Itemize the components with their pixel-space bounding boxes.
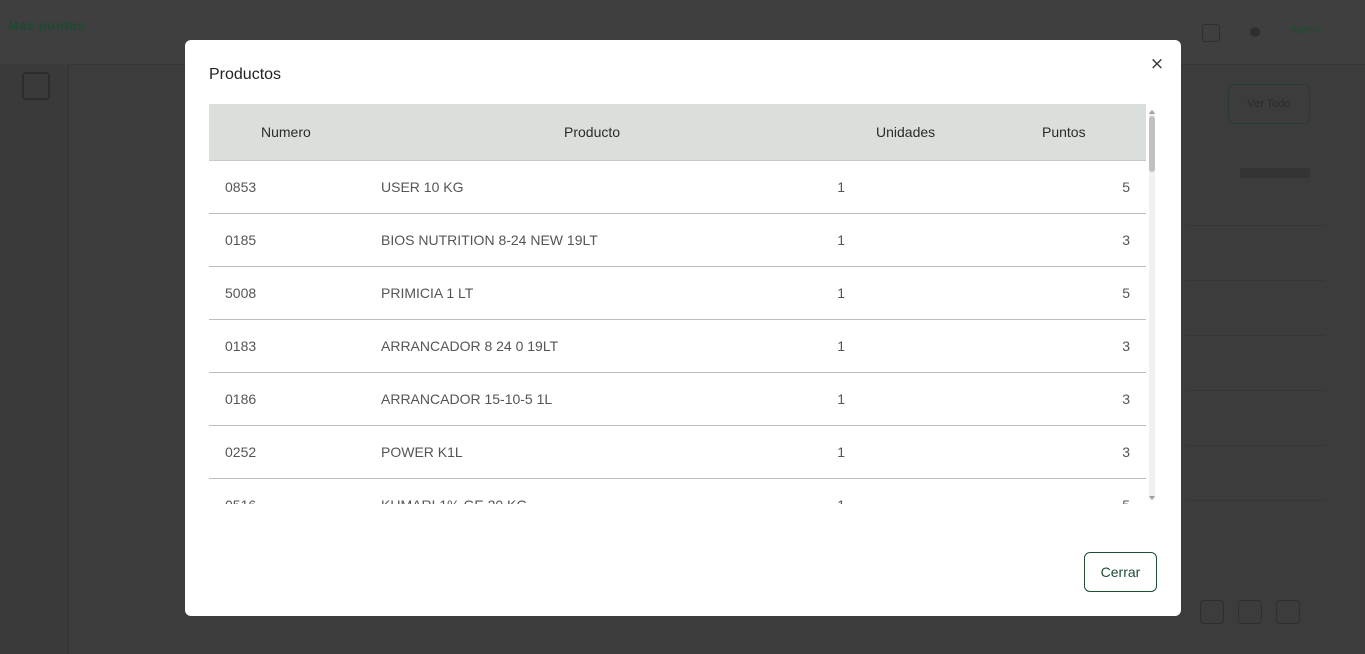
cell-producto: KUMARI 1% GE 20 KG: [381, 479, 527, 504]
background-divider: [1185, 390, 1325, 391]
column-header-unidades: Unidades: [876, 124, 936, 140]
scroll-thumb[interactable]: [1149, 116, 1155, 172]
cell-numero: 0853: [225, 179, 257, 195]
close-icon[interactable]: ×: [1145, 52, 1169, 76]
cell-numero: 0183: [225, 338, 257, 354]
background-pagination: [1200, 600, 1224, 624]
table-row: 0185 BIOS NUTRITION 8-24 NEW 19LT 1 3: [209, 214, 1146, 267]
close-button[interactable]: Cerrar: [1084, 552, 1157, 592]
cell-numero: 0252: [225, 444, 257, 460]
notifications-icon: [1202, 24, 1220, 42]
background-label: [1240, 168, 1310, 178]
cell-unidades: 1: [837, 179, 845, 195]
modal-title: Productos: [209, 66, 282, 83]
table-row: 0853 USER 10 KG 1 5: [209, 161, 1146, 214]
background-divider: [1185, 335, 1325, 336]
scroll-up-arrow-icon[interactable]: [1149, 110, 1155, 114]
cell-unidades: 1: [809, 479, 845, 504]
cell-puntos: 3: [1122, 232, 1130, 248]
cell-producto: PRIMICIA 1 LT: [381, 285, 474, 301]
user-name: Admin: [1290, 24, 1322, 36]
cell-unidades: 1: [837, 338, 845, 354]
table-header: Numero Producto Unidades Puntos: [209, 104, 1146, 161]
cell-puntos: 5: [1122, 179, 1130, 195]
cell-numero: 0516: [225, 479, 256, 504]
table-row: 0183 ARRANCADOR 8 24 0 19LT 1 3: [209, 320, 1146, 373]
cell-numero: 0185: [225, 232, 257, 248]
products-table: Numero Producto Unidades Puntos 0853 USE…: [209, 104, 1157, 504]
cell-puntos: 3: [1122, 391, 1130, 407]
column-header-producto: Producto: [564, 124, 621, 140]
column-header-puntos: Puntos: [1042, 124, 1086, 140]
table-row: 0252 POWER K1L 1 3: [209, 426, 1146, 479]
table-scrollbar[interactable]: [1149, 110, 1155, 500]
background-view-all-button: Ver Todo: [1228, 84, 1310, 124]
cell-producto: BIOS NUTRITION 8-24 NEW 19LT: [381, 232, 598, 248]
table-row: 0516 KUMARI 1% GE 20 KG 1 5: [209, 479, 1146, 504]
app-logo: Mas puntos: [8, 18, 86, 33]
cell-producto: POWER K1L: [381, 444, 463, 460]
settings-icon: [1250, 27, 1260, 37]
cell-unidades: 1: [837, 285, 845, 301]
cell-numero: 5008: [225, 285, 257, 301]
background-divider: [1185, 500, 1325, 501]
background-pagination: [1276, 600, 1300, 624]
cell-puntos: 5: [1122, 285, 1130, 301]
background-divider: [1185, 445, 1325, 446]
table-body: 0853 USER 10 KG 1 5 0185 BIOS NUTRITION …: [209, 161, 1146, 504]
cell-puntos: 3: [1122, 444, 1130, 460]
cell-producto: ARRANCADOR 15-10-5 1L: [381, 391, 553, 407]
cell-producto: ARRANCADOR 8 24 0 19LT: [381, 338, 559, 354]
products-modal: Productos × Numero Producto Unidades Pun…: [185, 40, 1181, 616]
scroll-down-arrow-icon[interactable]: [1149, 496, 1155, 500]
cell-puntos: 5: [1089, 479, 1130, 504]
cell-numero: 0186: [225, 391, 257, 407]
background-divider: [1185, 280, 1325, 281]
cell-unidades: 1: [837, 232, 845, 248]
cell-producto: USER 10 KG: [381, 179, 464, 195]
background-divider: [1185, 225, 1325, 226]
background-sidebar: [0, 64, 69, 654]
cell-unidades: 1: [837, 444, 845, 460]
column-header-numero: Numero: [261, 124, 311, 140]
sidebar-menu-icon: [22, 72, 50, 100]
cell-unidades: 1: [837, 391, 845, 407]
table-row: 5008 PRIMICIA 1 LT 1 5: [209, 267, 1146, 320]
table-row: 0186 ARRANCADOR 15-10-5 1L 1 3: [209, 373, 1146, 426]
cell-puntos: 3: [1122, 338, 1130, 354]
background-pagination: [1238, 600, 1262, 624]
